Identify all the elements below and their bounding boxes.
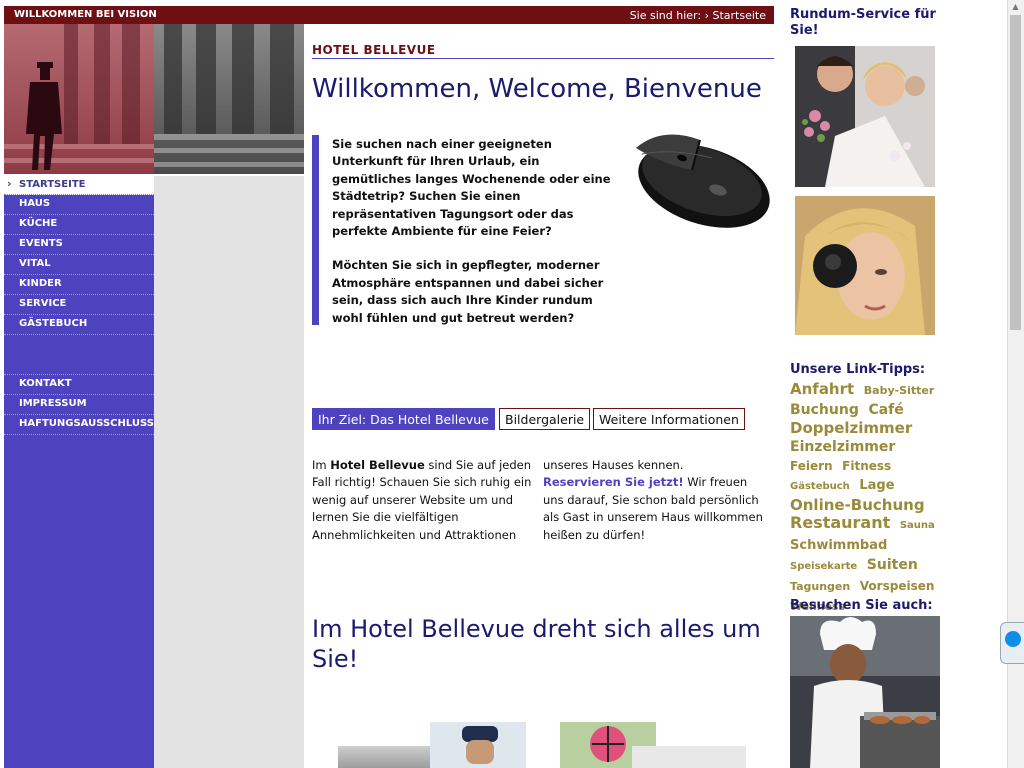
link-tag[interactable]: Gästebuch [790, 481, 850, 492]
nav-item-label: HAUS [19, 198, 51, 209]
intro-paragraph-2: Möchten Sie sich in gepflegter, moderner… [332, 258, 604, 325]
link-tag[interactable]: Suiten [867, 557, 918, 573]
nav-item-kinder[interactable]: KINDER [4, 275, 154, 295]
link-tag[interactable]: Baby-Sitter [864, 384, 935, 397]
visit-also-heading: Besuchen Sie auch: [790, 598, 933, 613]
link-tag[interactable]: Tagungen [790, 580, 850, 593]
link-tag[interactable]: Doppelzimmer [790, 419, 912, 437]
nav-item-label: SERVICE [19, 298, 67, 309]
nav-item-impressum[interactable]: IMPRESSUM [4, 395, 154, 415]
nav-item-label: KONTAKT [19, 378, 72, 389]
nav-item-service[interactable]: SERVICE [4, 295, 154, 315]
link-tag[interactable]: Café [868, 402, 903, 418]
nav-item-haftungsausschluss[interactable]: HAFTUNGSAUSSCHLUSS [4, 415, 154, 435]
intro-quote: Sie suchen nach einer geeigneten Unterku… [332, 136, 622, 344]
brand-title: WILLKOMMEN BEI VISION [14, 9, 157, 20]
intro-text-col-2: unseres Hauses kennen. Reservieren Sie j… [543, 457, 769, 544]
hotel-name-bold: Hotel Bellevue [330, 458, 425, 472]
main-nav: HAUS KÜCHE EVENTS VITAL KINDER SERVICE G… [4, 195, 154, 768]
nav-spacer [4, 335, 154, 375]
link-tag[interactable]: Lage [859, 478, 894, 493]
link-tag[interactable]: Sauna [900, 520, 935, 531]
brand-bar: WILLKOMMEN BEI VISION [4, 6, 304, 24]
mouse-image [622, 118, 778, 236]
gallery-photo-4[interactable] [632, 746, 746, 768]
teamviewer-icon [1005, 631, 1021, 647]
hotel-target-button[interactable]: Ihr Ziel: Das Hotel Bellevue [312, 408, 495, 430]
link-tag[interactable]: Einzelzimmer [790, 439, 895, 455]
breadcrumb-link-startseite[interactable]: Startseite [712, 9, 766, 22]
nav-item-kueche[interactable]: KÜCHE [4, 215, 154, 235]
chevron-right-icon: › [7, 177, 12, 190]
text-fragment: Im [312, 458, 331, 472]
link-tag[interactable]: Fitness [842, 459, 891, 473]
chef-photo[interactable] [790, 616, 940, 768]
nav-item-label: KÜCHE [19, 218, 58, 229]
link-tag[interactable]: Vorspeisen [860, 579, 935, 593]
scrollbar-thumb[interactable] [1010, 15, 1021, 330]
breadcrumb-bar: Sie sind hier: › Startseite [304, 6, 774, 24]
link-tag[interactable]: Restaurant [790, 513, 890, 532]
left-spacer-column [154, 176, 304, 768]
gallery-photo-2[interactable] [430, 722, 526, 768]
divider [312, 58, 774, 59]
tag-cloud: Anfahrt Baby-Sitter Buchung Café Doppelz… [790, 380, 950, 616]
text-fragment: unseres Hauses kennen. [543, 458, 684, 472]
nav-item-label: GÄSTEBUCH [19, 318, 88, 329]
scroll-up-arrow-icon[interactable]: ▲ [1007, 0, 1024, 14]
nav-item-label: KINDER [19, 278, 62, 289]
wellness-photo [795, 196, 935, 335]
nav-item-label: EVENTS [19, 238, 63, 249]
breadcrumb-prefix: Sie sind hier: [629, 9, 702, 22]
nav-item-gaestebuch[interactable]: GÄSTEBUCH [4, 315, 154, 335]
quote-accent-bar [312, 135, 319, 325]
nav-item-label: STARTSEITE [19, 179, 86, 190]
section-heading: Im Hotel Bellevue dreht sich alles um Si… [312, 615, 761, 673]
link-tag[interactable]: Speisekarte [790, 561, 857, 572]
intro-paragraph-1: Sie suchen nach einer geeigneten Unterku… [332, 137, 611, 239]
link-tag[interactable]: Anfahrt [790, 380, 854, 398]
nav-item-startseite[interactable]: › STARTSEITE [4, 176, 154, 195]
link-tag[interactable]: Online-Buchung [790, 496, 925, 514]
nav-item-label: HAFTUNGSAUSSCHLUSS [19, 418, 154, 429]
service-heading: Rundum-Service für Sie! [790, 7, 936, 38]
link-tag[interactable]: Feiern [790, 459, 833, 473]
link-tips-heading: Unsere Link-Tipps: [790, 362, 926, 377]
breadcrumb: Sie sind hier: › Startseite [630, 9, 766, 22]
gallery-button[interactable]: Bildergalerie [499, 408, 591, 430]
page-title: Willkommen, Welcome, Bienvenue [312, 74, 762, 104]
nav-item-haus[interactable]: HAUS [4, 195, 154, 215]
link-tag[interactable]: Schwimmbad [790, 538, 887, 553]
reserve-now-link[interactable]: Reservieren Sie jetzt! [543, 475, 684, 489]
nav-item-kontakt[interactable]: KONTAKT [4, 375, 154, 395]
section-title: HOTEL BELLEVUE [312, 43, 436, 57]
wedding-photo [795, 46, 935, 187]
link-tag[interactable]: Buchung [790, 402, 859, 418]
remote-support-tab[interactable] [1000, 622, 1024, 664]
header-photo [4, 24, 304, 174]
nav-item-vital[interactable]: VITAL [4, 255, 154, 275]
nav-item-label: VITAL [19, 258, 51, 269]
more-info-button[interactable]: Weitere Informationen [593, 408, 745, 430]
intro-text-col-1: Im Hotel Bellevue sind Sie auf jeden Fal… [312, 457, 534, 544]
nav-item-events[interactable]: EVENTS [4, 235, 154, 255]
nav-item-label: IMPRESSUM [19, 398, 87, 409]
